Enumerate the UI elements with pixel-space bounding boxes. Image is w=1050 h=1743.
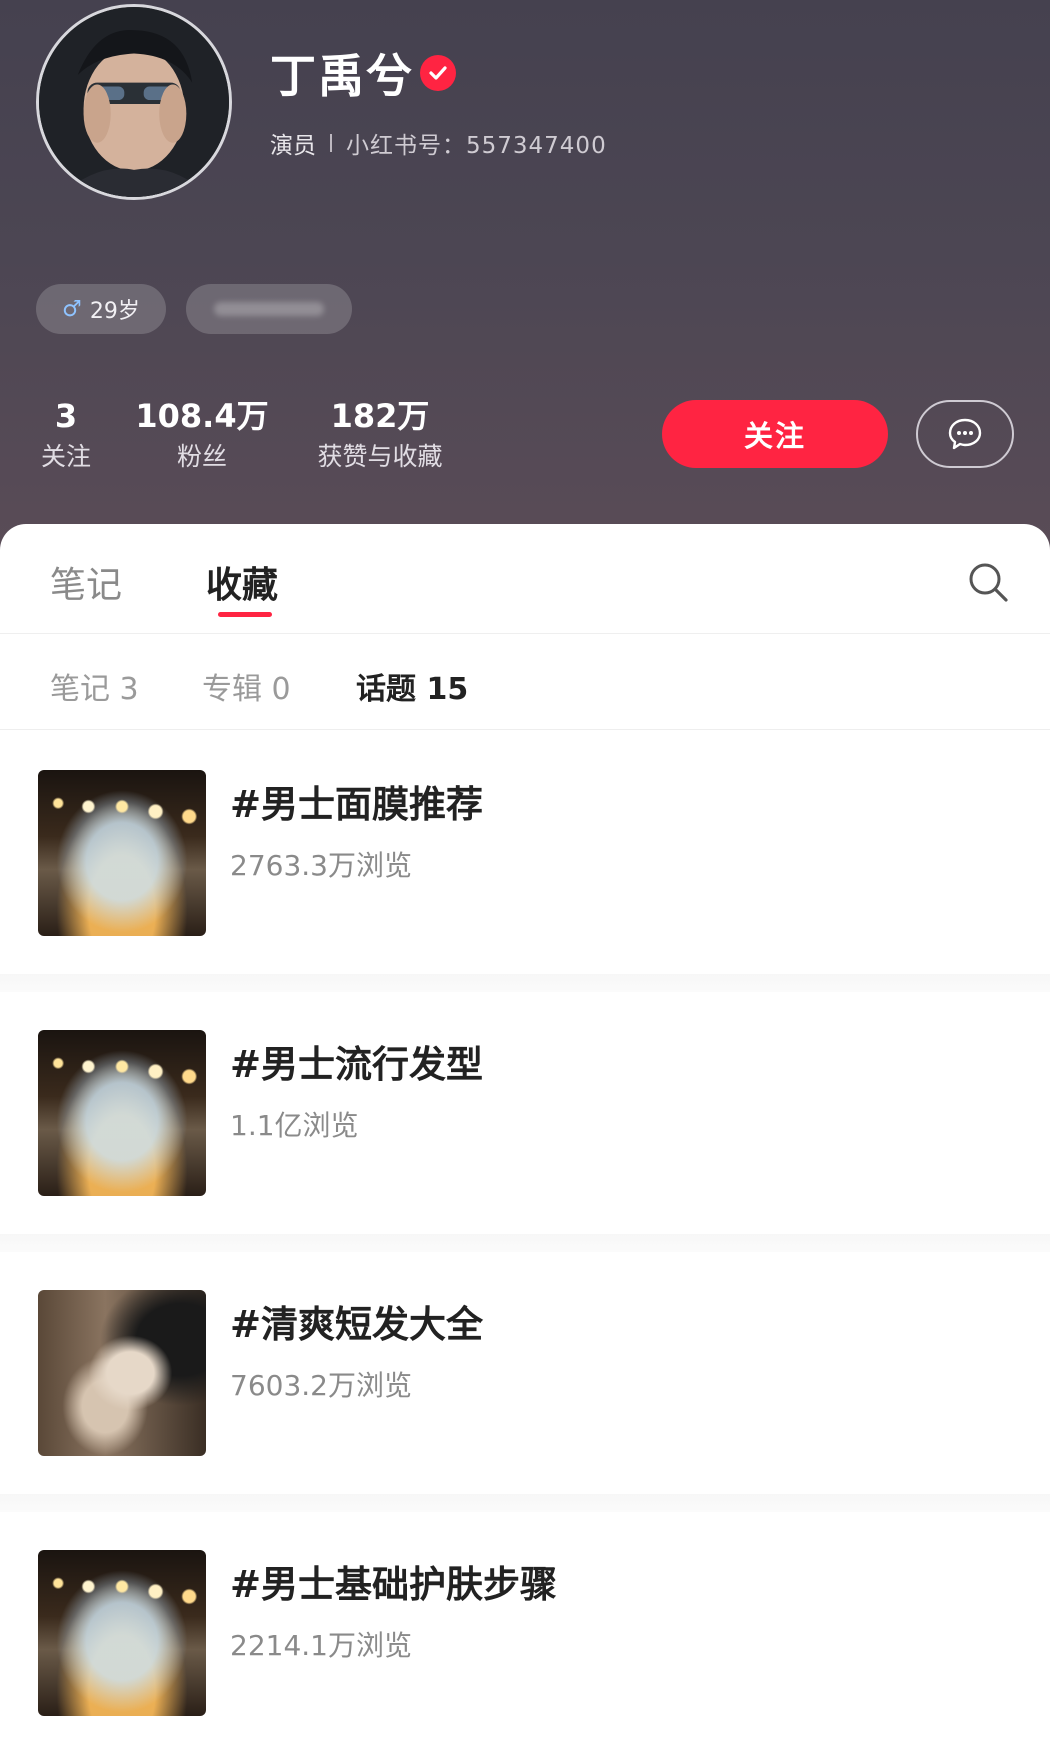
search-icon[interactable] [966, 560, 1010, 604]
location-chip [186, 284, 352, 334]
topic-item[interactable]: #男士流行发型 1.1亿浏览 [0, 994, 1050, 1234]
age-chip: ♂ 29岁 [36, 284, 166, 334]
avatar[interactable] [36, 4, 232, 200]
stat-label: 粉丝 [176, 442, 227, 471]
tab-collections[interactable]: 收藏 [206, 556, 278, 608]
profile-subline: 演员 小红书号：557347400 [270, 126, 607, 160]
topic-thumbnail [38, 1290, 206, 1456]
topic-thumbnail [38, 1550, 206, 1716]
topic-title: #男士基础护肤步骤 [230, 1563, 558, 1606]
stat-following[interactable]: 3 关注 [36, 396, 96, 478]
active-tab-indicator [218, 612, 272, 617]
profile-name: 丁禹兮 [270, 49, 414, 103]
stat-label: 获赞与收藏 [317, 442, 443, 471]
profile-id-value: 557347400 [466, 133, 607, 159]
chat-icon [948, 418, 982, 450]
sub-tabs: 笔记 3 专辑 0 话题 15 [0, 634, 1050, 730]
content-panel: 笔记 收藏 笔记 3 专辑 0 话题 15 #男士面膜推荐 2763.3万浏览 … [0, 524, 1050, 1743]
follow-button[interactable]: 关注 [662, 400, 888, 468]
divider [0, 1494, 1050, 1512]
age-label: 29岁 [89, 299, 140, 324]
subtab-topics[interactable]: 话题 15 [356, 664, 468, 708]
divider [0, 1234, 1050, 1252]
stat-label: 关注 [40, 442, 91, 471]
subtab-albums[interactable]: 专辑 0 [202, 664, 291, 708]
topic-thumbnail [38, 770, 206, 936]
profile-id-label: 小红书号： [346, 133, 466, 159]
stat-likes[interactable]: 182万 获赞与收藏 [300, 396, 460, 478]
topic-views: 1.1亿浏览 [230, 1109, 359, 1142]
topic-views: 2763.3万浏览 [230, 849, 412, 882]
separator [330, 134, 332, 152]
topic-views: 2214.1万浏览 [230, 1629, 412, 1662]
male-icon: ♂ [62, 296, 82, 322]
profile-role: 演员 [270, 133, 316, 159]
topic-title: #男士面膜推荐 [230, 783, 484, 826]
verified-badge-icon [420, 55, 456, 91]
stat-value: 3 [54, 397, 78, 435]
topic-thumbnail [38, 1030, 206, 1196]
topic-item[interactable]: #清爽短发大全 7603.2万浏览 [0, 1254, 1050, 1494]
message-button[interactable] [916, 400, 1014, 468]
stat-value: 182万 [330, 397, 430, 435]
topic-views: 7603.2万浏览 [230, 1369, 412, 1402]
main-tabs: 笔记 收藏 [0, 524, 1050, 634]
stat-followers[interactable]: 108.4万 粉丝 [134, 396, 270, 478]
tab-notes[interactable]: 笔记 [50, 556, 122, 608]
stat-value: 108.4万 [135, 397, 269, 435]
topic-title: #男士流行发型 [230, 1043, 484, 1086]
topic-title: #清爽短发大全 [230, 1303, 484, 1346]
topic-item[interactable]: #男士面膜推荐 2763.3万浏览 [0, 734, 1050, 974]
profile-header: 丁禹兮 演员 小红书号：557347400 ♂ 29岁 3 关注 108.4万 … [0, 0, 1050, 560]
profile-id[interactable]: 小红书号：557347400 [346, 126, 607, 160]
topic-item[interactable]: #男士基础护肤步骤 2214.1万浏览 [0, 1514, 1050, 1743]
subtab-notes[interactable]: 笔记 3 [50, 664, 139, 708]
avatar-portrait [39, 7, 229, 197]
blurred-text [214, 302, 324, 316]
divider [0, 974, 1050, 992]
